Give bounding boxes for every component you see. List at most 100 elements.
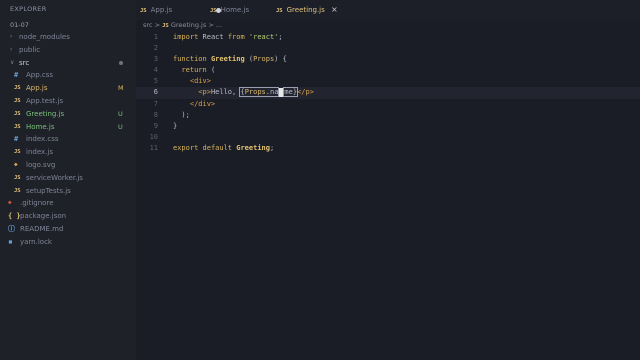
- js-file-icon: JS: [140, 8, 147, 14]
- code-text: export default Greeting;: [173, 143, 275, 152]
- md-file-icon: ⓘ: [8, 224, 15, 233]
- line-number: 8: [153, 110, 158, 119]
- tab-label: App.js: [150, 6, 173, 14]
- tab-label: Greeting.js: [286, 6, 325, 14]
- file-item[interactable]: JS App.test.js: [0, 95, 136, 108]
- code-line[interactable]: 7 </div>: [136, 99, 640, 110]
- file-label: package.json: [20, 212, 67, 221]
- js-file-icon: JS: [276, 8, 283, 14]
- code-editor[interactable]: 1 import React from 'react'; 2 3 function …: [136, 32, 640, 154]
- code-line[interactable]: 11 export default Greeting;: [136, 143, 640, 154]
- css-file-icon: #: [14, 71, 19, 80]
- file-item[interactable]: ▪ yarn.lock: [0, 236, 136, 249]
- line-number: 4: [153, 66, 158, 75]
- code-text: <div>: [189, 77, 211, 86]
- close-tab-icon[interactable]: ×: [331, 5, 338, 14]
- file-tree: › node_modules › public ∨ src # App.css JS App.js…: [0, 31, 136, 249]
- explorer-title: EXPLORER: [10, 5, 47, 13]
- file-item[interactable]: { } package.json: [0, 210, 136, 223]
- file-label: Home.js: [26, 122, 55, 131]
- file-label: index.js: [26, 148, 53, 157]
- file-label: App.js: [26, 84, 48, 93]
- code-line[interactable]: 4 return (: [136, 65, 640, 76]
- file-item[interactable]: ◆ logo.svg: [0, 159, 136, 172]
- folder-label: node_modules: [19, 33, 70, 41]
- editor-tab-bar: JS App.js JS Home.js JS Greeting.js ×: [136, 0, 640, 20]
- js-file-icon: JS: [14, 149, 21, 156]
- code-line[interactable]: 10: [136, 132, 640, 143]
- js-file-icon: JS: [162, 23, 169, 29]
- code-line[interactable]: 2: [136, 43, 640, 54]
- file-label: index.css: [26, 135, 59, 144]
- file-label: logo.svg: [26, 160, 56, 169]
- explorer-sidebar: EXPLORER 01-07 › node_modules › public ∨ src #…: [0, 0, 136, 360]
- breadcrumb-file[interactable]: Greeting.js: [171, 21, 206, 29]
- js-file-icon: JS: [14, 187, 21, 194]
- code-text: <p>Hello, {Props.na me}</p>: [198, 87, 314, 98]
- folder-item[interactable]: ∨ src: [0, 57, 136, 70]
- folder-item[interactable]: › public: [0, 44, 136, 57]
- breadcrumb-folder[interactable]: src: [143, 21, 153, 29]
- lock-file-icon: ▪: [8, 236, 13, 246]
- file-item[interactable]: # index.css: [0, 133, 136, 146]
- file-item[interactable]: JS Home.js U: [0, 121, 136, 134]
- tab-greeting-js[interactable]: JS Greeting.js ×: [276, 0, 338, 20]
- js-file-icon: JS: [210, 8, 217, 14]
- breadcrumb: src > JS Greeting.js > ...: [143, 21, 222, 29]
- file-label: yarn.lock: [20, 237, 52, 246]
- code-line[interactable]: 5 <div>: [136, 76, 640, 87]
- js-file-icon: JS: [14, 85, 21, 92]
- svg-file-icon: ◆: [14, 160, 18, 168]
- text-cursor: [279, 87, 284, 97]
- file-label: serviceWorker.js: [26, 173, 83, 182]
- folder-item[interactable]: › node_modules: [0, 31, 136, 44]
- project-folder-label[interactable]: 01-07: [10, 21, 29, 29]
- chevron-right-icon[interactable]: ›: [10, 44, 12, 57]
- js-file-icon: JS: [14, 97, 21, 104]
- breadcrumb-symbol[interactable]: > ...: [208, 21, 222, 29]
- file-item[interactable]: JS serviceWorker.js: [0, 172, 136, 185]
- css-file-icon: #: [14, 135, 19, 144]
- folder-label: src: [19, 58, 30, 67]
- file-item[interactable]: JS setupTests.js: [0, 185, 136, 198]
- changes-dot-icon: [119, 61, 123, 66]
- code-line[interactable]: 1 import React from 'react';: [136, 32, 640, 43]
- line-number: 9: [153, 121, 158, 130]
- line-number: 5: [153, 77, 158, 86]
- file-label: App.css: [26, 71, 54, 80]
- git-status-badge: U: [118, 122, 123, 131]
- code-line[interactable]: 3 function Greeting (Props) {: [136, 54, 640, 65]
- file-label: App.test.js: [26, 96, 64, 105]
- code-text: }: [173, 121, 178, 130]
- line-number: 6: [153, 88, 158, 97]
- chevron-right-icon[interactable]: ›: [10, 31, 12, 44]
- code-text: return (: [181, 66, 216, 75]
- line-number: 11: [149, 143, 158, 152]
- code-text: import React from 'react';: [173, 33, 283, 41]
- tab-home-js[interactable]: JS Home.js: [210, 0, 249, 20]
- code-text: </div>: [189, 99, 216, 108]
- file-item[interactable]: JS Greeting.js U: [0, 108, 136, 121]
- file-item[interactable]: ⓘ README.md: [0, 223, 136, 236]
- git-file-icon: ◆: [8, 199, 12, 207]
- breadcrumb-separator: >: [154, 21, 161, 29]
- git-status-badge: M: [118, 84, 124, 93]
- code-text: function Greeting (Props) {: [173, 55, 287, 64]
- js-file-icon: JS: [14, 110, 21, 117]
- file-item[interactable]: JS index.js: [0, 146, 136, 159]
- line-number: 3: [153, 55, 158, 64]
- file-label: README.md: [20, 224, 64, 233]
- code-line[interactable]: 9}: [136, 121, 640, 132]
- file-item[interactable]: # App.css: [0, 69, 136, 82]
- json-file-icon: { }: [8, 212, 21, 221]
- file-item[interactable]: JS App.js M: [0, 82, 136, 95]
- folder-label: public: [19, 45, 41, 54]
- code-line-current[interactable]: 6 <p>Hello, {Props.na me}</p>: [136, 87, 640, 99]
- code-line[interactable]: 8 );: [136, 110, 640, 121]
- file-label: setupTests.js: [26, 186, 71, 195]
- git-status-badge: U: [118, 109, 123, 118]
- chevron-down-icon[interactable]: ∨: [10, 57, 14, 70]
- line-number: 2: [153, 44, 158, 53]
- file-item[interactable]: ◆ .gitignore: [0, 197, 136, 210]
- tab-label: Home.js: [220, 6, 250, 14]
